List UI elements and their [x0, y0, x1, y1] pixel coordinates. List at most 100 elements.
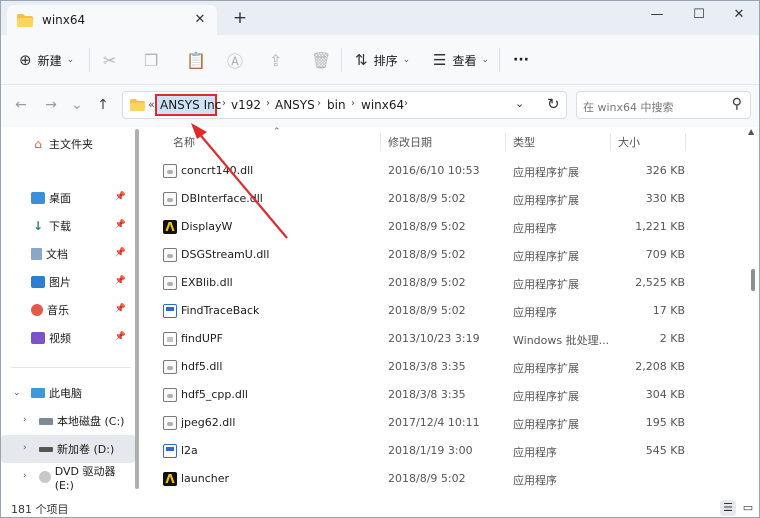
file-type: 应用程序扩展	[513, 166, 579, 179]
table-row[interactable]: l2a 2018/1/19 3:00 应用程序 545 KB	[155, 437, 685, 465]
breadcrumb-ansys[interactable]: ANSYS	[275, 98, 315, 112]
column-divider[interactable]	[505, 133, 506, 151]
pin-icon[interactable]: 📌	[115, 192, 126, 202]
table-row[interactable]: concrt140.dll 2016/6/10 10:53 应用程序扩展 326…	[155, 157, 685, 185]
breadcrumb-separator[interactable]: ›	[317, 98, 321, 109]
chevron-right-icon[interactable]: ›	[23, 471, 27, 481]
search-icon: ⚲	[731, 96, 742, 112]
cut-icon[interactable]: ✂	[103, 49, 116, 71]
file-type: 应用程序扩展	[513, 390, 579, 403]
table-row[interactable]: findUPF 2013/10/23 3:19 Windows 批处理... 2…	[155, 325, 685, 353]
file-name: l2a	[181, 444, 198, 457]
file-size: 326 KB	[645, 164, 685, 177]
scroll-up-icon[interactable]: ▲	[748, 127, 754, 136]
table-row[interactable]: DSGStreamU.dll 2018/8/9 5:02 应用程序扩展 709 …	[155, 241, 685, 269]
file-type: 应用程序	[513, 474, 557, 487]
breadcrumb-separator[interactable]: ›	[351, 98, 355, 109]
sidebar-item-music[interactable]: 音乐 📌	[1, 296, 136, 324]
tiles-view-icon[interactable]: ▭	[740, 500, 756, 516]
breadcrumb-ansys-inc[interactable]: ANSYS Inc	[160, 98, 221, 112]
pin-icon[interactable]: 📌	[115, 276, 126, 286]
sidebar-item-label: 此电脑	[49, 387, 82, 400]
breadcrumb-separator[interactable]: ›	[222, 98, 226, 109]
sidebar-item-videos[interactable]: 视频 📌	[1, 324, 136, 352]
table-row[interactable]: EXBlib.dll 2018/8/9 5:02 应用程序扩展 2,525 KB	[155, 269, 685, 297]
sidebar-item-desktop[interactable]: 桌面 📌	[1, 184, 136, 212]
chevron-right-icon[interactable]: ›	[23, 443, 27, 453]
exe-icon	[163, 444, 177, 458]
up-icon[interactable]: ↑	[93, 95, 113, 115]
table-row[interactable]: Λ DisplayW 2018/8/9 5:02 应用程序 1,221 KB	[155, 213, 685, 241]
folder-icon	[17, 13, 33, 27]
table-row[interactable]: DBInterface.dll 2018/8/9 5:02 应用程序扩展 330…	[155, 185, 685, 213]
sidebar-item-drive-c[interactable]: › 本地磁盘 (C:)	[1, 407, 136, 435]
sidebar-item-this-pc[interactable]: ⌄ 此电脑	[1, 379, 136, 407]
copy-icon[interactable]: ❐	[144, 49, 158, 71]
column-date[interactable]: 修改日期	[388, 134, 432, 150]
tab-title: winx64	[42, 13, 86, 27]
file-name: jpeg62.dll	[181, 416, 236, 429]
tab-winx64[interactable]: winx64 ✕	[7, 5, 217, 35]
file-type: 应用程序扩展	[513, 418, 579, 431]
paste-icon[interactable]: 📋	[186, 49, 206, 71]
details-view-icon[interactable]: ☰	[720, 500, 736, 516]
pin-icon[interactable]: 📌	[115, 332, 126, 342]
new-label: 新建	[37, 53, 62, 68]
table-row[interactable]: hdf5_cpp.dll 2018/3/8 3:35 应用程序扩展 304 KB	[155, 381, 685, 409]
sidebar-item-label: DVD 驱动器 (E:)	[54, 464, 116, 492]
address-dropdown-icon[interactable]: ⌄	[515, 97, 524, 110]
chevron-right-icon[interactable]: ›	[23, 415, 27, 425]
search-box[interactable]: 在 winx64 中搜索 ⚲	[576, 91, 751, 119]
address-bar[interactable]: « ANSYS Inc › v192 › ANSYS › bin › winx6…	[122, 91, 567, 119]
sidebar-item-drive-d[interactable]: › 新加卷 (D:)	[1, 435, 136, 463]
sort-button[interactable]: ⇅ 排序 ⌄	[355, 49, 410, 71]
pin-icon[interactable]: 📌	[115, 220, 126, 230]
maximize-icon[interactable]: ☐	[679, 5, 719, 25]
sidebar-item-documents[interactable]: 文档 📌	[1, 240, 136, 268]
chevron-down-icon[interactable]: ⌄	[67, 95, 87, 115]
sidebar-item-pictures[interactable]: 图片 📌	[1, 268, 136, 296]
minimize-icon[interactable]: —	[637, 5, 677, 25]
breadcrumb-v192[interactable]: v192	[231, 98, 261, 112]
table-row[interactable]: jpeg62.dll 2017/12/4 10:11 应用程序扩展 195 KB	[155, 409, 685, 437]
view-button[interactable]: ☰ 查看 ⌄	[433, 49, 489, 71]
file-list-scrollbar[interactable]: ▲	[748, 127, 755, 491]
sidebar-item-home[interactable]: ⌂ 主文件夹	[1, 130, 136, 158]
breadcrumb-separator[interactable]: ›	[266, 98, 270, 109]
close-window-icon[interactable]: ✕	[719, 5, 759, 25]
breadcrumb-separator[interactable]: ›	[404, 98, 408, 109]
scrollbar-thumb[interactable]	[751, 269, 755, 291]
music-icon	[31, 304, 43, 316]
pin-icon[interactable]: 📌	[115, 304, 126, 314]
file-date: 2017/12/4 10:11	[388, 416, 480, 429]
pin-icon[interactable]: 📌	[115, 248, 126, 258]
breadcrumb-bin[interactable]: bin	[327, 98, 346, 112]
forward-icon[interactable]: →	[41, 95, 61, 115]
sidebar-item-drive-e[interactable]: › DVD 驱动器 (E:)	[1, 463, 136, 492]
column-name[interactable]: 名称	[173, 134, 195, 150]
column-size[interactable]: 大小	[618, 134, 640, 150]
table-row[interactable]: hdf5.dll 2018/3/8 3:35 应用程序扩展 2,208 KB	[155, 353, 685, 381]
new-button[interactable]: ⊕ 新建 ⌄	[19, 49, 74, 71]
rename-icon[interactable]: Ⓐ	[227, 49, 243, 71]
chevron-down-icon[interactable]: ⌄	[13, 388, 21, 398]
back-icon[interactable]: ←	[11, 95, 31, 115]
delete-icon[interactable]: 🗑	[311, 49, 331, 71]
column-divider[interactable]	[380, 133, 381, 151]
sidebar-item-downloads[interactable]: ↓ 下载 📌	[1, 212, 136, 240]
column-divider[interactable]	[685, 133, 686, 151]
chevron-down-icon: ⌄	[66, 55, 75, 65]
tab-close-icon[interactable]: ✕	[191, 11, 209, 29]
sidebar-scrollbar[interactable]	[135, 129, 139, 489]
column-type[interactable]: 类型	[513, 134, 535, 150]
refresh-icon[interactable]: ↻	[547, 95, 560, 113]
more-options-icon[interactable]: ···	[513, 49, 529, 71]
table-row[interactable]: FindTraceBack 2018/8/9 5:02 应用程序 17 KB	[155, 297, 685, 325]
breadcrumb-overflow[interactable]: «	[148, 98, 155, 111]
table-row[interactable]: Λ launcher 2018/8/9 5:02 应用程序	[155, 465, 685, 493]
drive-icon	[39, 446, 53, 452]
share-icon[interactable]: ⇪	[269, 49, 282, 71]
new-tab-icon[interactable]: +	[231, 10, 249, 28]
column-divider[interactable]	[610, 133, 611, 151]
breadcrumb-winx64[interactable]: winx64	[361, 98, 404, 112]
